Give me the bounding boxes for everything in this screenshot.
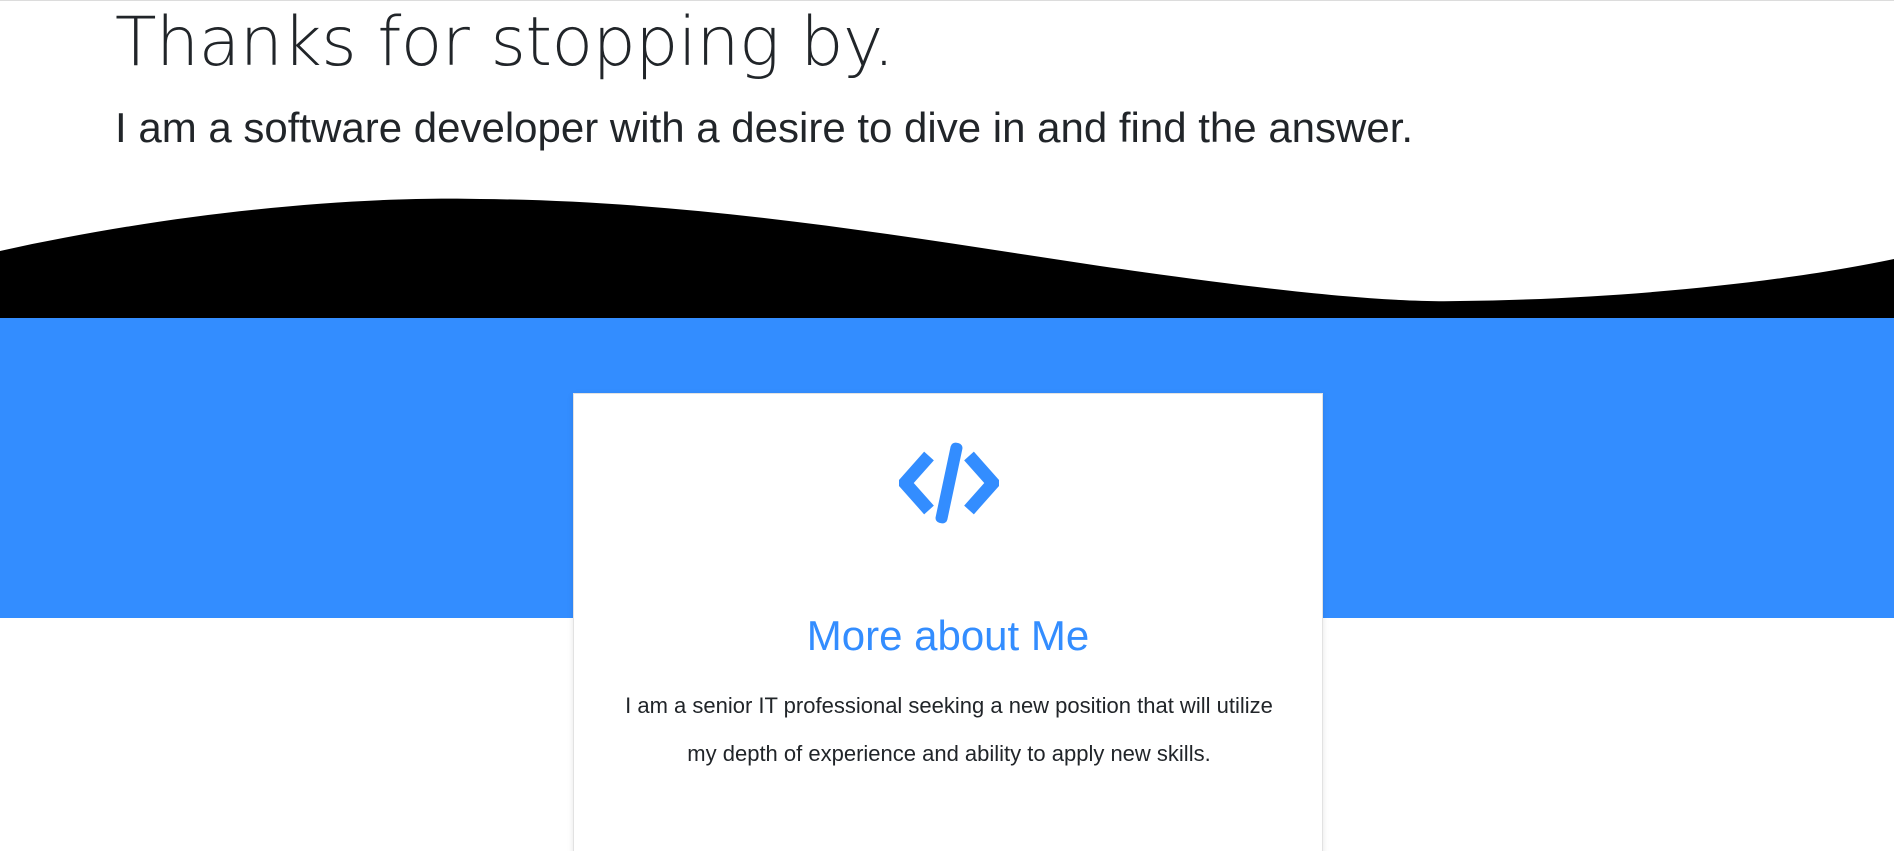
hero-subtitle: I am a software developer with a desire … — [115, 104, 1414, 151]
hero-title: Thanks for stopping by. — [115, 3, 895, 82]
card-title: More about Me — [806, 612, 1090, 659]
wave-divider — [0, 198, 1894, 321]
page: Thanks for stopping by. I am a software … — [0, 0, 1894, 851]
code-icon — [899, 442, 999, 524]
about-card: More about Me I am a senior IT professio… — [573, 393, 1323, 851]
card-text: I am a senior IT professional seeking a … — [625, 693, 1273, 766]
